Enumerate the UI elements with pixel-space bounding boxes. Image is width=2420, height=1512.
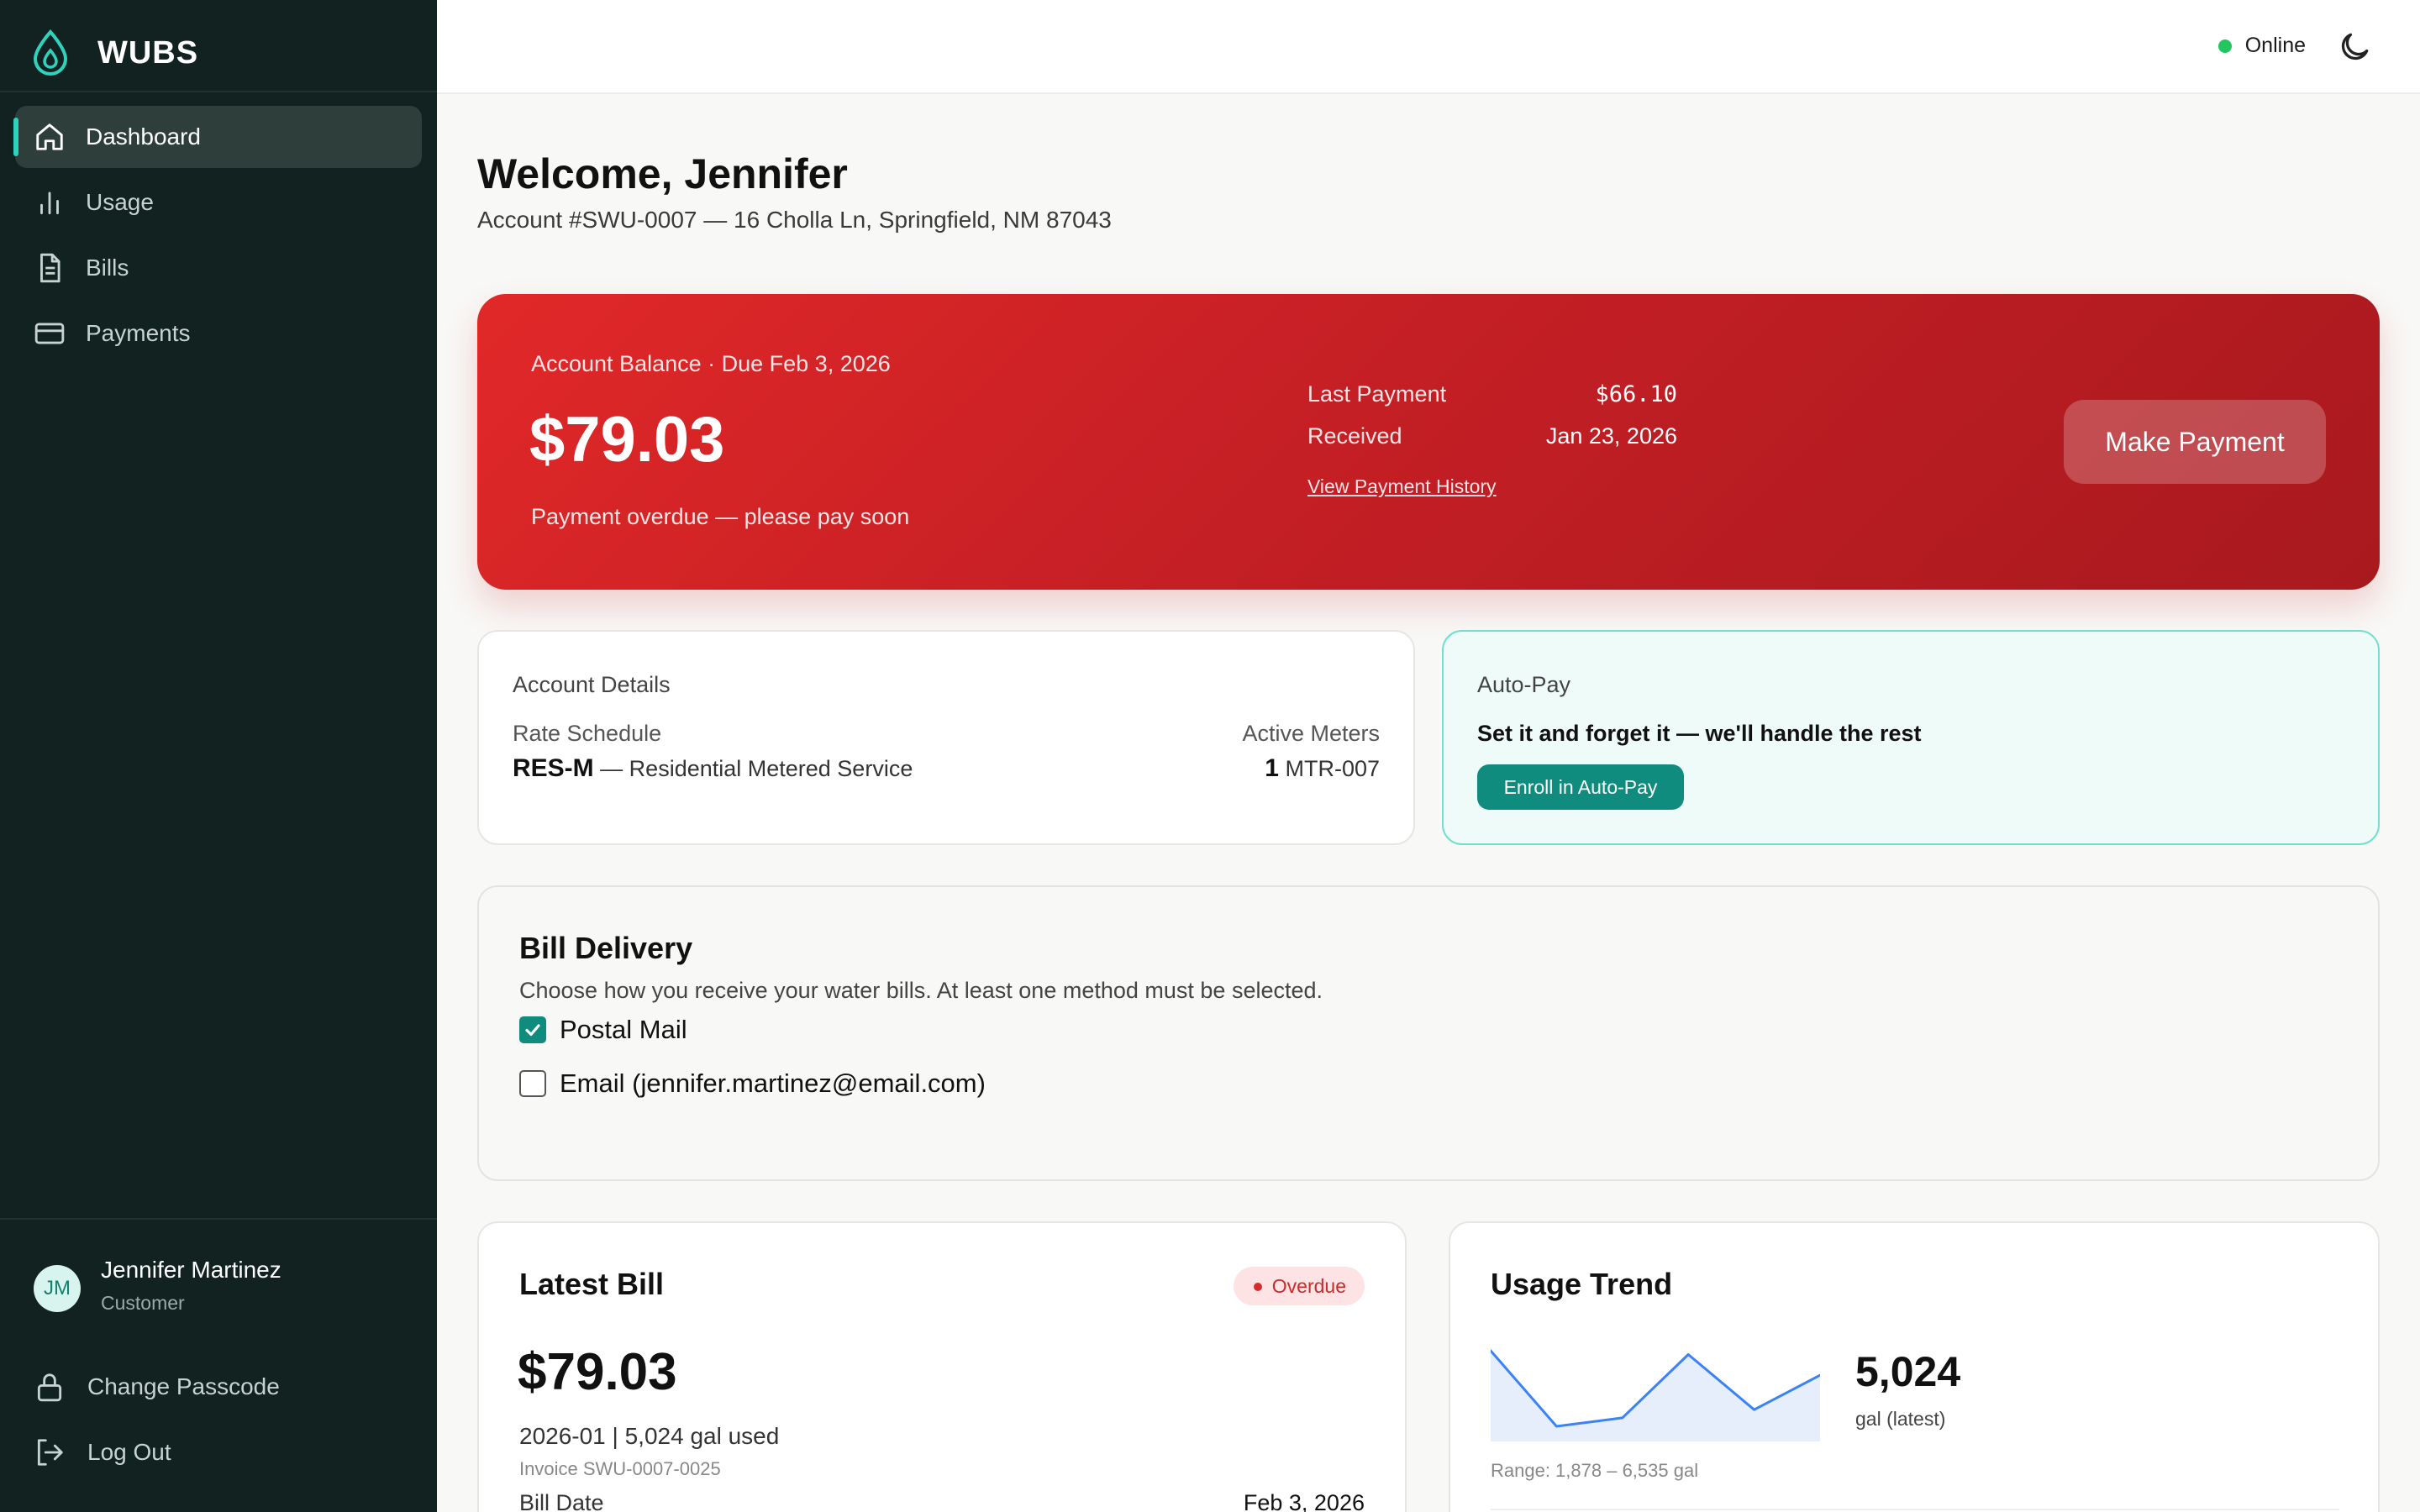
checkmark-icon <box>525 1024 540 1037</box>
document-icon <box>34 252 66 284</box>
brand[interactable]: WUBS <box>30 29 198 77</box>
nav-item-label: Usage <box>86 189 154 215</box>
card-title: Bill Delivery <box>519 931 693 965</box>
rate-description: — Residential Metered Service <box>593 756 913 781</box>
invoice-number: Invoice SWU-0007-0025 <box>519 1458 721 1479</box>
account-details-card: Account Details Rate Schedule RES-M — Re… <box>477 630 1415 845</box>
postal-mail-checkbox[interactable] <box>519 1016 546 1043</box>
divider <box>1491 1509 2339 1510</box>
nav-item-usage[interactable]: Usage <box>15 171 422 234</box>
status-label: Online <box>2244 34 2306 57</box>
change-passcode-label: Change Passcode <box>87 1373 280 1399</box>
latest-bill-card: Latest Bill Overdue $79.03 2026-01 | 5,0… <box>477 1221 1407 1512</box>
nav-item-label: Bills <box>86 255 129 281</box>
email-checkbox[interactable] <box>519 1070 546 1097</box>
topbar: Online <box>437 0 2420 94</box>
balance-card: Account Balance · Due Feb 3, 2026 $79.03… <box>477 294 2380 590</box>
rate-code: RES-M <box>513 754 594 782</box>
rate-schedule-label: Rate Schedule <box>513 721 662 746</box>
page-title: Welcome, Jennifer <box>477 150 848 197</box>
bill-delivery-card: Bill Delivery Choose how you receive you… <box>477 885 2380 1181</box>
card-title: Usage Trend <box>1491 1267 1673 1301</box>
view-payment-history-link[interactable]: View Payment History <box>1307 475 1497 498</box>
last-payment-info: Last Payment $66.10 Received Jan 23, 202… <box>1307 381 1677 465</box>
account-actions: Change Passcode Log Out <box>15 1356 422 1487</box>
nav-item-dashboard[interactable]: Dashboard <box>13 106 422 168</box>
balance-label: Account Balance · Due Feb 3, 2026 <box>531 351 891 376</box>
balance-note: Payment overdue — please pay soon <box>531 504 910 529</box>
card-title: Auto-Pay <box>1477 672 1571 697</box>
avatar: JM <box>34 1265 81 1312</box>
nav-item-bills[interactable]: Bills <box>15 237 422 299</box>
user-profile: JM Jennifer Martinez Customer <box>34 1257 420 1324</box>
usage-sparkline <box>1491 1349 1820 1441</box>
theme-toggle-button[interactable] <box>2336 29 2373 66</box>
lock-icon <box>34 1371 66 1403</box>
bill-date-value: Feb 3, 2026 <box>1243 1490 1365 1512</box>
status-dot <box>2217 39 2232 53</box>
email-option[interactable]: Email (jennifer.martinez@email.com) <box>519 1067 986 1100</box>
postal-mail-option[interactable]: Postal Mail <box>519 1013 687 1047</box>
received-value: Jan 23, 2026 <box>1545 423 1677 449</box>
nav-item-label: Payments <box>86 320 191 346</box>
delivery-description: Choose how you receive your water bills.… <box>519 978 1323 1003</box>
bill-amount: $79.03 <box>518 1343 677 1401</box>
last-payment-value: $66.10 <box>1595 381 1677 407</box>
user-role: Customer <box>101 1292 185 1314</box>
meter-id: MTR-007 <box>1278 756 1380 781</box>
option-label: Email (jennifer.martinez@email.com) <box>560 1068 986 1098</box>
option-label: Postal Mail <box>560 1015 687 1044</box>
make-payment-button[interactable]: Make Payment <box>2064 400 2326 484</box>
nav-item-label: Dashboard <box>86 123 201 150</box>
divider <box>0 91 437 92</box>
logout-icon <box>34 1436 66 1468</box>
autopay-subtitle: Set it and forget it — we'll handle the … <box>1477 721 1922 746</box>
balance-amount: $79.03 <box>529 404 725 475</box>
moon-icon <box>2341 33 2369 60</box>
bill-date-label: Bill Date <box>519 1490 604 1512</box>
card-title: Latest Bill <box>519 1267 665 1301</box>
credit-card-icon <box>34 318 66 349</box>
water-drop-logo-icon <box>33 29 68 76</box>
bill-period-usage: 2026-01 | 5,024 gal used <box>519 1423 780 1449</box>
user-name: Jennifer Martinez <box>101 1257 281 1283</box>
account-address: Account #SWU-0007 — 16 Cholla Ln, Spring… <box>477 207 1112 233</box>
home-icon <box>34 121 66 153</box>
meter-count: 1 <box>1265 754 1279 782</box>
sparkline-area <box>1491 1351 1820 1441</box>
main-nav: Dashboard Usage Bills Payments <box>13 106 422 368</box>
nav-item-payments[interactable]: Payments <box>15 302 422 365</box>
divider <box>0 1218 437 1220</box>
active-meters-value: 1 MTR-007 <box>1265 754 1380 783</box>
latest-usage-value: 5,024 <box>1855 1348 1961 1395</box>
connection-status: Online <box>2217 34 2306 58</box>
latest-usage-unit: gal (latest) <box>1855 1408 1946 1430</box>
active-meters-label: Active Meters <box>1242 721 1380 746</box>
brand-name: WUBS <box>97 34 199 71</box>
sidebar: WUBS Dashboard Usage Bills Payments JM J… <box>0 0 437 1512</box>
bar-chart-icon <box>34 186 66 218</box>
autopay-card: Auto-Pay Set it and forget it — we'll ha… <box>1442 630 2380 845</box>
status-badge: Overdue <box>1233 1267 1365 1305</box>
last-payment-label: Last Payment <box>1307 381 1447 407</box>
logout-button[interactable]: Log Out <box>15 1421 422 1483</box>
usage-range: Range: 1,878 – 6,535 gal <box>1491 1460 1699 1481</box>
received-label: Received <box>1307 423 1402 449</box>
card-title: Account Details <box>513 672 671 697</box>
change-passcode-button[interactable]: Change Passcode <box>15 1356 422 1418</box>
enroll-autopay-button[interactable]: Enroll in Auto-Pay <box>1477 764 1684 810</box>
usage-trend-card: Usage Trend 5,024 gal (latest) Range: 1,… <box>1449 1221 2380 1512</box>
rate-schedule-value: RES-M — Residential Metered Service <box>513 754 913 783</box>
logout-label: Log Out <box>87 1439 171 1465</box>
